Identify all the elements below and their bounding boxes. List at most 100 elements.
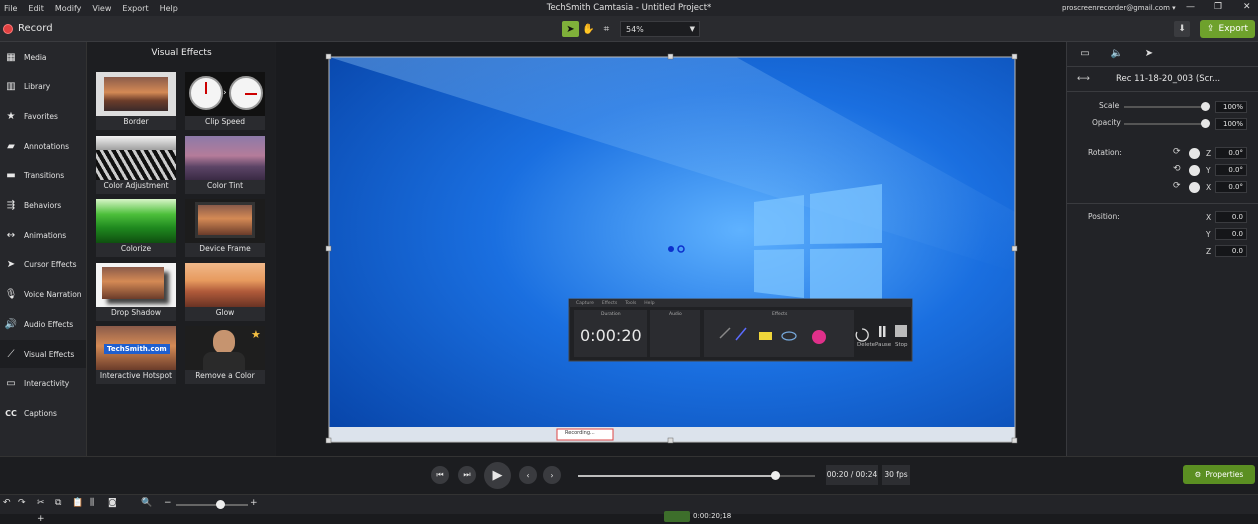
restore-icon[interactable]: ❐ bbox=[1214, 2, 1222, 12]
record-button[interactable]: Record bbox=[18, 23, 53, 34]
preview-canvas[interactable]: Delete Pause Stop Capture Effects Tools Hel… bbox=[276, 42, 1066, 456]
audio-properties-icon[interactable]: 🔈 bbox=[1109, 48, 1125, 62]
fps-display: 30 fps bbox=[882, 465, 910, 485]
step-back-icon[interactable]: ⏮ bbox=[431, 466, 449, 484]
recorder-menu-tools[interactable]: Tools bbox=[625, 301, 636, 306]
effect-tile-color-tint[interactable]: Color Tint bbox=[185, 135, 265, 194]
zoom-search-icon[interactable]: 🔍 bbox=[141, 498, 152, 508]
rotation-x-dial[interactable] bbox=[1189, 182, 1200, 193]
zoom-out-icon[interactable]: − bbox=[164, 498, 172, 508]
rotate-z-icon[interactable]: ⟳ bbox=[1173, 147, 1181, 157]
position-z-field[interactable]: 0.0 bbox=[1215, 245, 1247, 257]
properties-button[interactable]: ⚙ Properties bbox=[1183, 465, 1255, 484]
rotation-y-dial[interactable] bbox=[1189, 165, 1200, 176]
sidebar-item-label: Media bbox=[24, 52, 47, 62]
effect-tile-drop-shadow[interactable]: Drop Shadow bbox=[96, 262, 176, 321]
sidebar-item-annotations[interactable]: ▰ Annotations bbox=[0, 132, 86, 160]
close-icon[interactable]: ✕ bbox=[1243, 2, 1251, 12]
rotate-x-icon[interactable]: ⟳ bbox=[1173, 181, 1181, 191]
position-x-field[interactable]: 0.0 bbox=[1215, 211, 1247, 223]
sidebar-item-visual-effects[interactable]: ⟋ Visual Effects bbox=[0, 340, 86, 368]
recorder-menu-capture[interactable]: Capture bbox=[576, 301, 594, 306]
playhead-marker[interactable] bbox=[664, 511, 690, 522]
sidebar-item-behaviors[interactable]: ⇶ Behaviors bbox=[0, 192, 86, 220]
record-icon[interactable] bbox=[3, 24, 13, 34]
zoom-in-icon[interactable]: + bbox=[250, 498, 258, 508]
effect-tile-border[interactable]: Border bbox=[96, 72, 176, 130]
rotation-z-field[interactable]: 0.0° bbox=[1215, 147, 1247, 159]
sidebar-item-audio-effects[interactable]: 🔊 Audio Effects bbox=[0, 310, 86, 338]
scale-slider-knob[interactable] bbox=[1201, 102, 1210, 111]
minimize-icon[interactable]: — bbox=[1186, 2, 1195, 12]
sidebar-item-interactivity[interactable]: ▭ Interactivity bbox=[0, 370, 86, 398]
rotate-y-icon[interactable]: ⟲ bbox=[1173, 164, 1181, 174]
menu-export[interactable]: Export bbox=[122, 4, 148, 13]
recorder-time: 0:00:20 bbox=[580, 326, 642, 345]
account-menu[interactable]: proscreenrecorder@gmail.com ▾ bbox=[1062, 4, 1176, 12]
recorder-menu-effects[interactable]: Effects bbox=[602, 301, 617, 306]
rotation-z-dial[interactable] bbox=[1189, 148, 1200, 159]
export-button[interactable]: ⇪ Export bbox=[1200, 20, 1255, 38]
recorder-pause-label: Pause bbox=[875, 342, 892, 348]
sidebar-item-label: Cursor Effects bbox=[24, 260, 77, 270]
play-button[interactable]: ▶ bbox=[484, 462, 511, 489]
opacity-slider-knob[interactable] bbox=[1201, 119, 1210, 128]
pan-tool-icon[interactable]: ✋ bbox=[580, 21, 597, 37]
position-y-axis: Y bbox=[1206, 230, 1211, 239]
crop-tool-icon[interactable]: ⌗ bbox=[598, 21, 615, 37]
paste-icon[interactable]: 📋 bbox=[72, 498, 83, 508]
sidebar-item-animations[interactable]: ↔ Animations bbox=[0, 221, 86, 249]
playhead-time: 0:00:20;18 bbox=[693, 512, 732, 520]
position-y-field[interactable]: 0.0 bbox=[1215, 228, 1247, 240]
rotation-y-field[interactable]: 0.0° bbox=[1215, 164, 1247, 176]
snapshot-icon[interactable]: ◙ bbox=[108, 498, 117, 508]
menu-file[interactable]: File bbox=[4, 4, 17, 13]
effect-tile-remove-a-color[interactable]: ★ Remove a Color bbox=[185, 326, 265, 384]
timeline-zoom-knob[interactable] bbox=[216, 500, 225, 509]
next-marker-icon[interactable]: › bbox=[543, 466, 561, 484]
rotation-x-field[interactable]: 0.0° bbox=[1215, 181, 1247, 193]
zoom-select[interactable]: 54% ▼ bbox=[620, 21, 700, 37]
effect-tile-device-frame[interactable]: Device Frame bbox=[185, 199, 265, 257]
effect-tile-glow[interactable]: Glow bbox=[185, 262, 265, 321]
redo-icon[interactable]: ↷ bbox=[18, 498, 26, 508]
sidebar-item-transitions[interactable]: ▬ Transitions bbox=[0, 162, 86, 190]
effect-tile-colorize[interactable]: Colorize bbox=[96, 199, 176, 257]
sidebar-item-captions[interactable]: CC Captions bbox=[0, 399, 86, 427]
download-icon[interactable]: ⬇ bbox=[1174, 21, 1190, 37]
split-icon[interactable]: ⫼ bbox=[90, 498, 94, 508]
scrubber-knob[interactable] bbox=[770, 471, 780, 480]
timeline-zoom-slider[interactable] bbox=[176, 504, 248, 506]
scale-slider[interactable] bbox=[1124, 106, 1205, 108]
opacity-slider[interactable] bbox=[1124, 123, 1205, 125]
scale-field[interactable]: 100% bbox=[1215, 101, 1247, 113]
cut-icon[interactable]: ✂ bbox=[37, 498, 45, 508]
recorder-menu-help[interactable]: Help bbox=[644, 301, 654, 306]
previous-marker-icon[interactable]: ‹ bbox=[519, 466, 537, 484]
sidebar-item-cursor-effects[interactable]: ➤ Cursor Effects bbox=[0, 251, 86, 279]
sidebar-item-media[interactable]: ▦ Media bbox=[0, 43, 86, 71]
menu-edit[interactable]: Edit bbox=[28, 4, 44, 13]
sidebar-item-label: Favorites bbox=[24, 111, 58, 121]
step-forward-icon[interactable]: ⏭ bbox=[458, 466, 476, 484]
opacity-field[interactable]: 100% bbox=[1215, 118, 1247, 130]
effect-label: Remove a Color bbox=[195, 371, 255, 380]
effect-tile-clip-speed[interactable]: › Clip Speed bbox=[185, 72, 265, 130]
menu-list: File Edit Modify View Export Help bbox=[0, 4, 178, 13]
microphone-icon: 🎙 bbox=[4, 289, 18, 301]
sidebar-item-library[interactable]: ▥ Library bbox=[0, 73, 86, 101]
menu-help[interactable]: Help bbox=[160, 4, 178, 13]
visual-properties-icon[interactable]: ▭ bbox=[1077, 48, 1093, 62]
menu-modify[interactable]: Modify bbox=[55, 4, 82, 13]
sidebar-item-favorites[interactable]: ★ Favorites bbox=[0, 102, 86, 130]
effect-tile-color-adjustment[interactable]: Color Adjustment bbox=[96, 135, 176, 194]
effect-tile-interactive-hotspot[interactable]: TechSmith.com Interactive Hotspot bbox=[96, 326, 176, 384]
copy-icon[interactable]: ⧉ bbox=[55, 498, 61, 508]
effect-label: Glow bbox=[215, 307, 235, 317]
undo-icon[interactable]: ↶ bbox=[3, 498, 11, 508]
menu-view[interactable]: View bbox=[92, 4, 111, 13]
recorder-audio-label: Audio bbox=[669, 312, 682, 317]
select-tool-icon[interactable]: ➤ bbox=[562, 21, 579, 37]
cursor-properties-icon[interactable]: ➤ bbox=[1141, 48, 1157, 62]
sidebar-item-voice-narration[interactable]: 🎙 Voice Narration bbox=[0, 281, 86, 309]
